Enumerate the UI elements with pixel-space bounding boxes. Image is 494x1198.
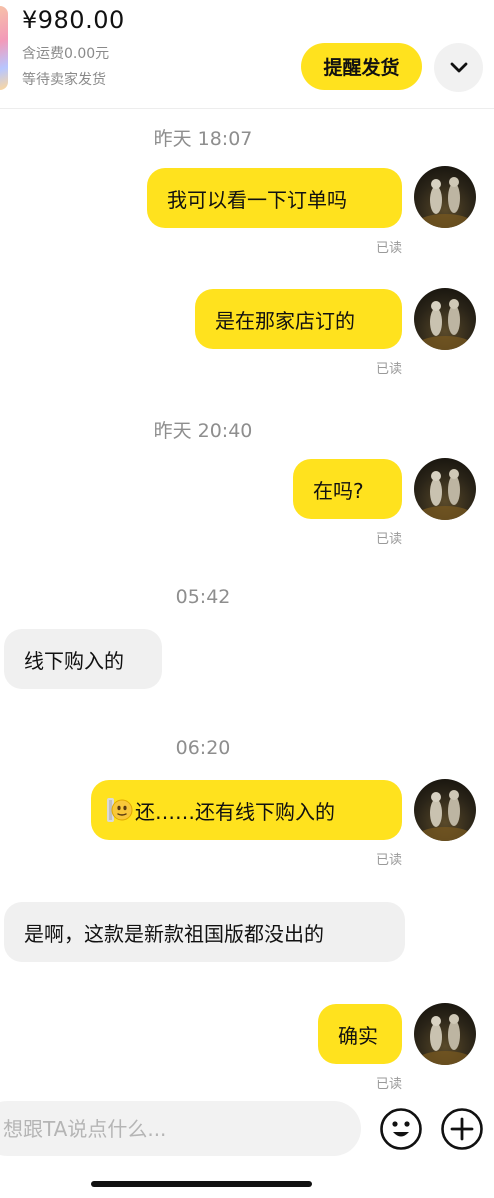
chevron-down-icon: [450, 62, 467, 72]
message-text: 还……还有线下购入的: [135, 799, 335, 824]
order-status: 等待卖家发货: [22, 72, 106, 88]
chat-screen: ¥980.00 含运费0.00元 等待卖家发货 提醒发货 昨天 18:07 我可…: [0, 0, 494, 1198]
message-text: 我可以看一下订单吗: [167, 187, 347, 212]
chat-timestamp: 昨天 20:40: [153, 420, 253, 442]
read-receipt: 已读: [375, 241, 402, 256]
avatar[interactable]: [414, 166, 476, 228]
message-input[interactable]: [0, 1101, 361, 1156]
emoji-button[interactable]: [379, 1107, 423, 1151]
message-bubble-incoming[interactable]: 线下购入的: [4, 629, 162, 689]
avatar-image: [419, 299, 471, 350]
order-price: ¥980.00: [22, 6, 125, 34]
read-receipt: 已读: [375, 853, 402, 868]
avatar-image: [419, 790, 471, 841]
avatar-image: [419, 1014, 471, 1065]
read-receipt: 已读: [375, 362, 402, 377]
read-receipt: 已读: [375, 1077, 402, 1092]
avatar[interactable]: [414, 1003, 476, 1065]
message-text: 是在那家店订的: [215, 308, 355, 333]
peeking-face-emoji: [107, 798, 133, 822]
chat-timestamp: 05:42: [175, 586, 231, 608]
message-bubble-outgoing[interactable]: 是在那家店订的: [195, 289, 402, 349]
read-receipt: 已读: [375, 532, 402, 547]
product-thumbnail[interactable]: [0, 6, 8, 90]
shipping-fee: 含运费0.00元: [22, 46, 110, 62]
avatar[interactable]: [414, 458, 476, 520]
avatar-image: [419, 177, 471, 228]
plus-circle-icon: [441, 1108, 483, 1150]
avatar-image: [419, 469, 471, 520]
message-bubble-incoming[interactable]: 是啊，这款是新款祖国版都没出的: [4, 902, 405, 962]
chat-timestamp: 06:20: [175, 737, 231, 759]
message-text: 线下购入的: [24, 648, 124, 673]
message-bubble-outgoing[interactable]: 在吗?: [293, 459, 402, 519]
expand-order-button[interactable]: [434, 43, 483, 92]
home-indicator[interactable]: [91, 1181, 312, 1187]
more-actions-button[interactable]: [440, 1107, 484, 1151]
avatar[interactable]: [414, 288, 476, 350]
order-header: ¥980.00 含运费0.00元 等待卖家发货 提醒发货: [0, 0, 494, 109]
message-bubble-outgoing[interactable]: 我可以看一下订单吗: [147, 168, 402, 228]
message-text: 在吗?: [313, 478, 364, 503]
remind-shipment-button[interactable]: 提醒发货: [301, 43, 422, 90]
message-text: 是啊，这款是新款祖国版都没出的: [24, 921, 324, 946]
avatar[interactable]: [414, 779, 476, 841]
message-bubble-outgoing[interactable]: 确实: [318, 1004, 402, 1064]
message-text: 确实: [338, 1023, 378, 1048]
smiley-face-icon: [380, 1108, 422, 1150]
chat-timestamp: 昨天 18:07: [153, 128, 253, 150]
message-bubble-outgoing[interactable]: 还……还有线下购入的: [91, 780, 402, 840]
